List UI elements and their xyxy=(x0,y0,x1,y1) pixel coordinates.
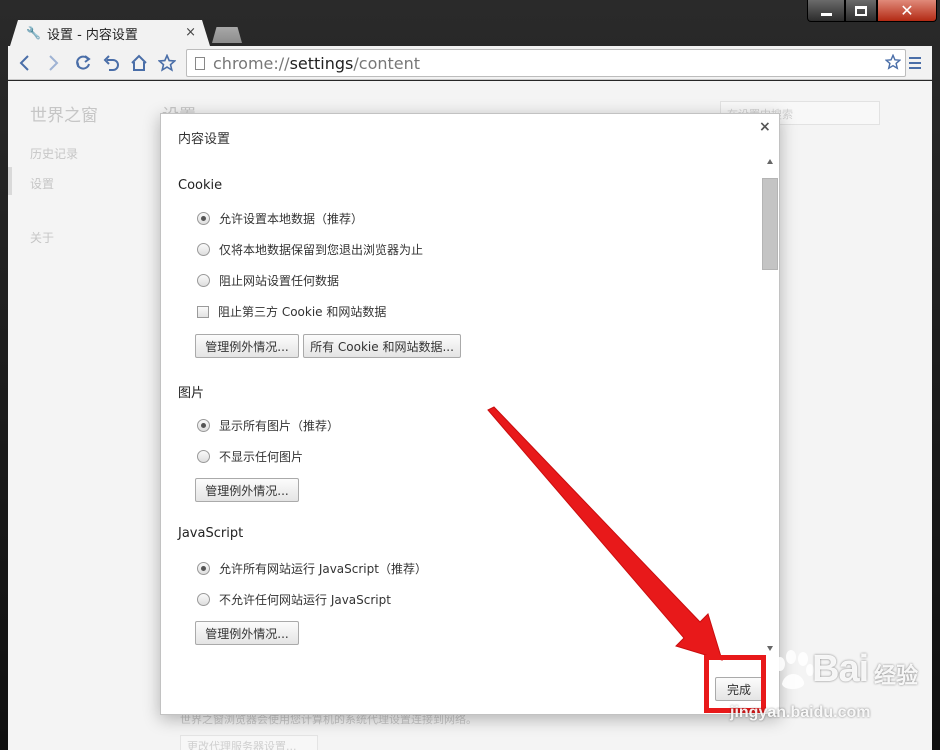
watermark-logo: Bai xyxy=(812,648,869,690)
baidu-jingyan-watermark: Bai 经验 jingyan.baidu.com xyxy=(730,648,930,738)
browser-window: ✕ 🔧 设置 - 内容设置 × chrome://settings/conten… xyxy=(0,0,940,750)
watermark-url: jingyan.baidu.com xyxy=(730,704,871,721)
watermark-cn: 经验 xyxy=(874,664,919,689)
annotation-arrow-icon xyxy=(487,406,723,661)
paw-icon xyxy=(775,650,814,690)
